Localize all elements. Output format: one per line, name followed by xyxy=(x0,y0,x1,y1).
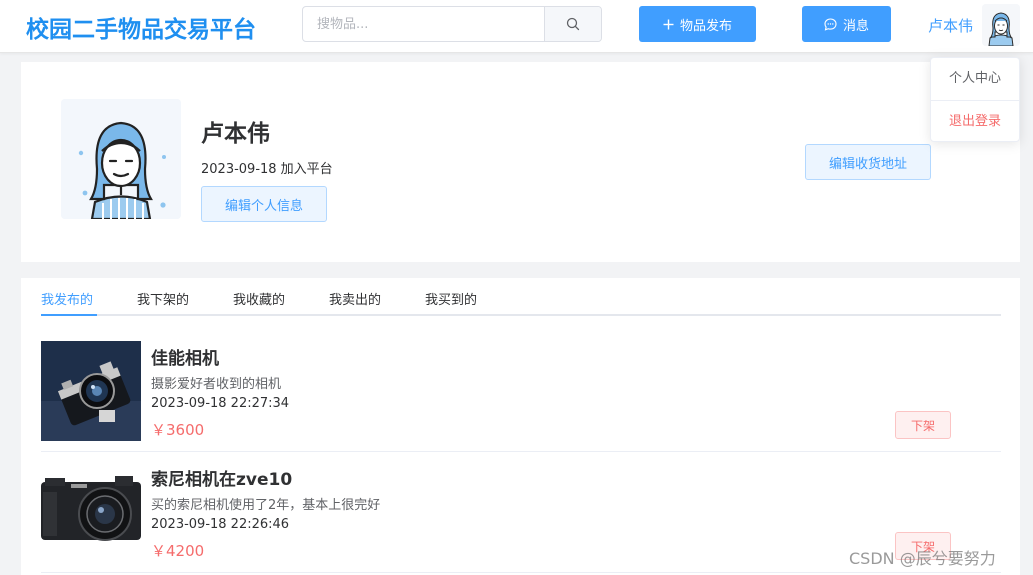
delist-button[interactable]: 下架 xyxy=(895,411,951,439)
goods-title[interactable]: 佳能相机 xyxy=(151,344,219,369)
goods-tabs: 我发布的 我下架的 我收藏的 我卖出的 我买到的 xyxy=(41,278,1001,316)
user-avatar[interactable] xyxy=(982,4,1020,46)
tab-my-favorites[interactable]: 我收藏的 xyxy=(233,289,285,308)
profile-avatar[interactable] xyxy=(61,99,181,219)
camera-photo xyxy=(41,462,141,562)
profile-join-date: 2023-09-18 加入平台 xyxy=(201,162,333,177)
profile-avatar-icon xyxy=(61,99,181,219)
goods-image[interactable] xyxy=(41,341,141,441)
goods-description: 摄影爱好者收到的相机 xyxy=(151,377,282,392)
profile-name: 卢本伟 xyxy=(201,121,270,147)
chat-bubble-icon xyxy=(824,17,837,31)
site-logo[interactable]: 校园二手物品交易平台 xyxy=(26,10,256,44)
goods-time: 2023-09-18 22:26:46 xyxy=(151,517,290,532)
search-box xyxy=(302,6,602,42)
search-icon xyxy=(566,17,580,31)
tab-my-sold[interactable]: 我卖出的 xyxy=(329,289,381,308)
messages-label: 消息 xyxy=(842,18,869,34)
goods-description: 买的索尼相机使用了2年，基本上很完好 xyxy=(151,498,381,513)
edit-profile-button[interactable]: 编辑个人信息 xyxy=(201,186,327,222)
goods-time: 2023-09-18 22:27:34 xyxy=(151,396,290,411)
menu-item-logout[interactable]: 退出登录 xyxy=(931,100,1019,142)
active-tab-indicator xyxy=(41,314,97,316)
goods-price: ￥3600 xyxy=(151,421,205,439)
tab-my-delisted[interactable]: 我下架的 xyxy=(137,289,189,308)
user-avatar-icon xyxy=(982,4,1020,46)
tab-my-bought[interactable]: 我买到的 xyxy=(425,289,477,308)
my-goods-card: 我发布的 我下架的 我收藏的 我卖出的 我买到的 佳能相机 摄影爱好者收到的相机… xyxy=(21,278,1020,575)
edit-address-button[interactable]: 编辑收货地址 xyxy=(805,144,931,180)
search-input[interactable] xyxy=(303,7,545,41)
csdn-watermark: CSDN @辰兮要努力 xyxy=(849,549,996,568)
goods-image[interactable] xyxy=(41,462,141,562)
menu-item-profile-center[interactable]: 个人中心 xyxy=(931,58,1019,100)
publish-item-label: 物品发布 xyxy=(679,18,732,34)
goods-title[interactable]: 索尼相机在zve10 xyxy=(151,465,292,490)
top-navbar: 校园二手物品交易平台 物品发布 消息 卢本伟 xyxy=(0,0,1033,53)
user-nickname[interactable]: 卢本伟 xyxy=(928,15,973,36)
tab-my-published[interactable]: 我发布的 xyxy=(41,289,93,308)
camera-photo xyxy=(41,341,141,441)
search-button[interactable] xyxy=(544,7,601,41)
goods-price: ￥4200 xyxy=(151,542,205,560)
user-dropdown-menu: 个人中心 退出登录 xyxy=(930,57,1020,142)
publish-item-button[interactable]: 物品发布 xyxy=(639,6,756,42)
messages-button[interactable]: 消息 xyxy=(802,6,891,42)
plus-icon xyxy=(663,19,674,29)
profile-card: 卢本伟 2023-09-18 加入平台 编辑个人信息 编辑收货地址 xyxy=(21,62,1020,262)
goods-list-item[interactable]: 佳能相机 摄影爱好者收到的相机 2023-09-18 22:27:34 ￥360… xyxy=(41,331,1001,452)
